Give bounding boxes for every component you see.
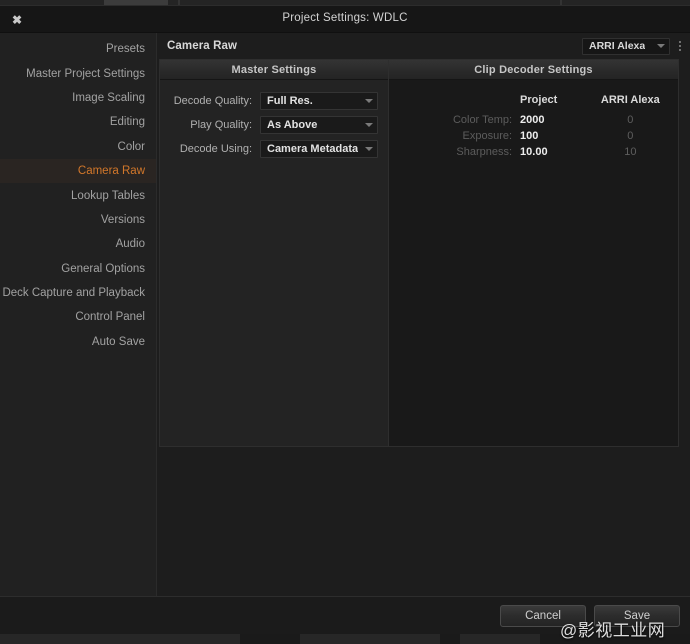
clip-decoder-label: Exposure:	[462, 130, 513, 142]
clip-decoder-project[interactable]: 2000	[520, 112, 593, 128]
clip-decoder-table-head: Project ARRI Alexa	[399, 92, 668, 112]
master-setting-row: Decode Using: Camera Metadata	[170, 140, 378, 158]
sidebar-item-auto-save[interactable]: Auto Save	[0, 330, 156, 354]
background-bottom-seg	[460, 634, 540, 644]
dialog-title: Project Settings: WDLC	[282, 12, 408, 24]
chevron-down-icon	[657, 44, 665, 48]
sidebar-item-label: Control Panel	[75, 311, 145, 324]
sidebar-item-label: Master Project Settings	[26, 67, 145, 80]
dialog-footer: Cancel Save	[0, 596, 690, 635]
sidebar-item-label: Versions	[100, 213, 145, 226]
sidebar-item-label: Color	[117, 140, 145, 153]
sidebar-item-camera-raw[interactable]: Camera Raw	[0, 158, 156, 184]
camera-select-dropdown[interactable]: ARRI Alexa	[582, 37, 670, 55]
sidebar-item-general-options[interactable]: General Options	[0, 257, 156, 281]
dialog-body: Presets Master Project Settings Image Scal…	[0, 33, 690, 596]
clip-decoder-camera[interactable]: 0	[593, 128, 668, 144]
clip-decoder-row: Color Temp: 2000 0	[399, 112, 668, 128]
background-bottom-seg	[0, 634, 240, 644]
master-setting-label: Decode Using:	[179, 143, 252, 155]
sidebar-item-editing[interactable]: Editing	[0, 110, 156, 134]
clip-decoder-table-body: Color Temp: 2000 0 Exposure: 100 0 Sharpness: 1…	[399, 112, 668, 160]
master-setting-label: Decode Quality:	[173, 95, 252, 107]
sidebar-item-master-project-settings[interactable]: Master Project Settings	[0, 61, 156, 85]
dialog-titlebar: ✖ Project Settings: WDLC	[0, 6, 690, 33]
sidebar-item-presets[interactable]: Presets	[0, 37, 156, 61]
kebab-menu-icon[interactable]	[674, 38, 686, 55]
settings-content: Camera Raw ARRI Alexa Master Settings De…	[157, 33, 690, 596]
master-setting-dropdown[interactable]: Full Res.	[260, 92, 378, 110]
content-header-controls: ARRI Alexa	[582, 37, 686, 55]
clip-decoder-row: Exposure: 100 0	[399, 128, 668, 144]
clip-decoder-row: Sharpness: 10.00 10	[399, 144, 668, 160]
sidebar-item-versions[interactable]: Versions	[0, 208, 156, 232]
save-button[interactable]: Save	[594, 605, 680, 627]
master-setting-row: Play Quality: As Above	[170, 116, 378, 134]
sidebar-item-image-scaling[interactable]: Image Scaling	[0, 86, 156, 110]
master-setting-value: Full Res.	[267, 95, 313, 107]
master-setting-dropdown[interactable]: As Above	[260, 116, 378, 134]
sidebar-item-label: Editing	[109, 116, 145, 129]
master-setting-value: As Above	[267, 119, 318, 131]
clip-decoder-camera[interactable]: 0	[593, 112, 668, 128]
master-settings-header: Master Settings	[160, 60, 388, 80]
kebab-dot	[679, 41, 681, 43]
clip-decoder-column-header: ARRI Alexa	[600, 94, 660, 106]
sidebar-item-color[interactable]: Color	[0, 135, 156, 159]
clip-decoder-header: Clip Decoder Settings	[389, 60, 678, 80]
camera-select-value: ARRI Alexa	[589, 40, 646, 52]
sidebar-item-label: Image Scaling	[72, 91, 145, 104]
master-setting-dropdown[interactable]: Camera Metadata	[260, 140, 378, 158]
kebab-dot	[679, 49, 681, 51]
master-settings-panel: Master Settings Decode Quality: Full Res.…	[159, 59, 388, 447]
clip-decoder-header-row: Project ARRI Alexa	[399, 92, 668, 112]
settings-panels: Master Settings Decode Quality: Full Res.…	[157, 59, 690, 596]
clip-decoder-body: Project ARRI Alexa Color Temp: 2000 0 Exposu…	[389, 80, 678, 446]
project-settings-dialog: ✖ Project Settings: WDLC Presets Master P…	[0, 5, 690, 635]
clip-decoder-table: Project ARRI Alexa Color Temp: 2000 0 Exposu…	[399, 92, 668, 160]
sidebar-item-audio[interactable]: Audio	[0, 232, 156, 256]
sidebar-item-label: Camera Raw	[77, 165, 145, 178]
clip-decoder-camera[interactable]: 10	[593, 144, 668, 160]
sidebar-item-deck-capture-and-playback[interactable]: Deck Capture and Playback	[0, 281, 156, 305]
clip-decoder-project[interactable]: 10.00	[520, 144, 593, 160]
sidebar-item-label: Presets	[106, 43, 145, 56]
content-header: Camera Raw ARRI Alexa	[157, 33, 690, 59]
clip-decoder-column-header: Project	[520, 94, 558, 106]
background-app-bottom-strip	[0, 634, 690, 644]
master-setting-label: Play Quality:	[190, 119, 252, 131]
settings-sidebar: Presets Master Project Settings Image Scal…	[0, 33, 157, 596]
page-title: Camera Raw	[167, 40, 238, 52]
master-settings-body: Decode Quality: Full Res. Play Quality: As …	[160, 80, 388, 446]
chevron-down-icon	[365, 123, 373, 127]
sidebar-item-label: General Options	[61, 262, 145, 275]
sidebar-item-label: Audio	[115, 238, 145, 251]
chevron-down-icon	[365, 99, 373, 103]
master-setting-value: Camera Metadata	[267, 143, 359, 155]
clip-decoder-label: Sharpness:	[456, 146, 513, 158]
master-setting-row: Decode Quality: Full Res.	[170, 92, 378, 110]
background-bottom-seg	[300, 634, 440, 644]
clip-decoder-project[interactable]: 100	[520, 128, 593, 144]
kebab-dot	[679, 45, 681, 47]
sidebar-item-label: Deck Capture and Playback	[2, 287, 145, 300]
sidebar-item-label: Lookup Tables	[71, 189, 145, 202]
clip-decoder-label: Color Temp:	[452, 114, 513, 126]
sidebar-item-lookup-tables[interactable]: Lookup Tables	[0, 183, 156, 207]
sidebar-item-label: Auto Save	[91, 335, 145, 348]
app-root: ✖ Project Settings: WDLC Presets Master P…	[0, 0, 690, 644]
clip-decoder-column-header	[399, 92, 520, 112]
clip-decoder-panel: Clip Decoder Settings Project ARRI Alexa …	[388, 59, 679, 447]
cancel-button[interactable]: Cancel	[500, 605, 586, 627]
sidebar-item-control-panel[interactable]: Control Panel	[0, 305, 156, 329]
chevron-down-icon	[365, 147, 373, 151]
